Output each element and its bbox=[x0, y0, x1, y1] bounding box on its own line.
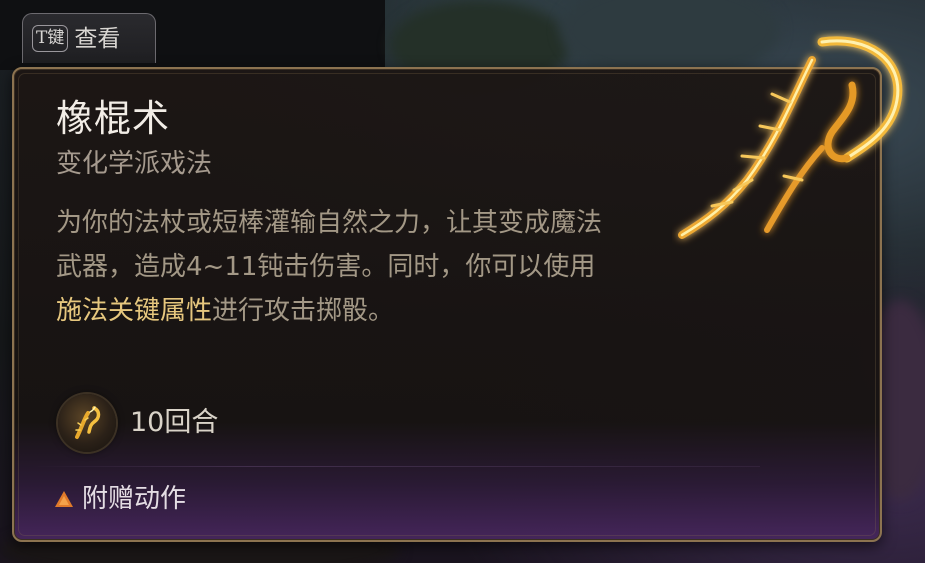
spell-school: 变化学派戏法 bbox=[56, 149, 213, 179]
spell-description: 为你的法杖或短棒灌输自然之力，让其变成魔法武器，造成4~11钝击伤害。同时，你可… bbox=[56, 201, 616, 333]
spell-title: 橡棍术 bbox=[56, 97, 170, 140]
duration-text: 10回合 bbox=[130, 407, 219, 438]
duration-row: 10回合 bbox=[58, 394, 218, 452]
inspect-hotkey-hint[interactable]: T键 查看 bbox=[22, 13, 156, 63]
shillelagh-club-icon bbox=[58, 394, 116, 452]
spellcasting-ability-keyword[interactable]: 施法关键属性 bbox=[56, 296, 212, 326]
hotkey-badge: T键 bbox=[32, 25, 69, 52]
inspect-label: 查看 bbox=[74, 25, 121, 52]
club-glyph bbox=[75, 406, 101, 439]
description-text: 为你的法杖或短棒灌输自然之力，让其变成魔法武器，造成4~11钝击伤害。同时，你可… bbox=[56, 208, 603, 282]
section-divider bbox=[32, 466, 760, 467]
action-type-label: 附赠动作 bbox=[82, 484, 187, 514]
action-type-row: 附赠动作 bbox=[54, 484, 186, 514]
bonus-action-triangle-icon bbox=[55, 491, 73, 507]
description-text-end: 进行攻击掷骰。 bbox=[212, 296, 395, 326]
spell-tooltip: 橡棍术 变化学派戏法 为你的法杖或短棒灌输自然之力，让其变成魔法武器，造成4~1… bbox=[12, 67, 882, 542]
